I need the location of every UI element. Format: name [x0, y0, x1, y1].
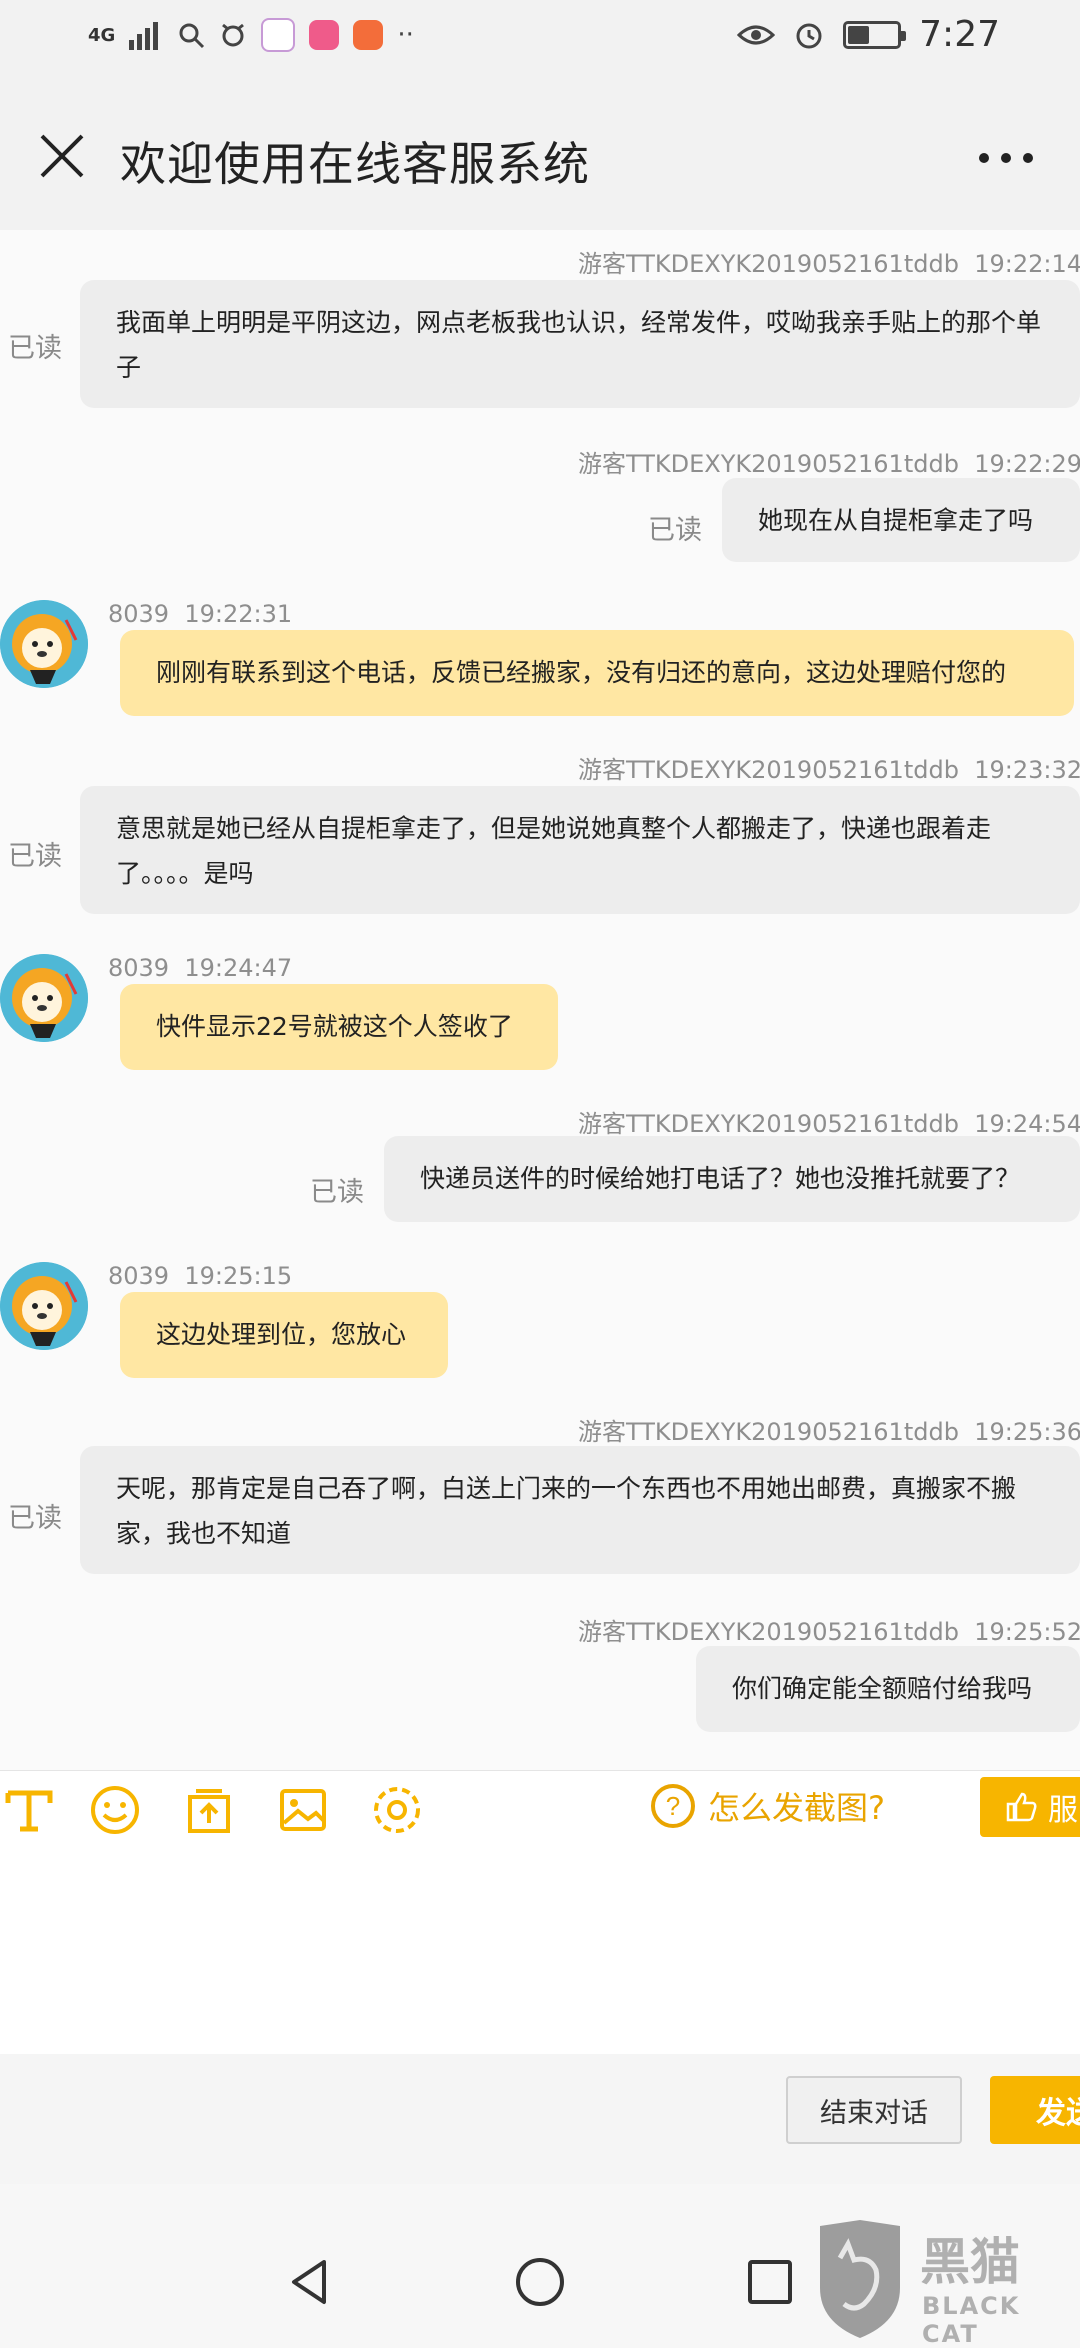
user-message-bubble: 你们确定能全额赔付给我吗	[696, 1646, 1080, 1732]
read-status: 已读	[310, 1177, 364, 1208]
music-app-icon	[261, 18, 296, 52]
watermark-brand: 黑猫	[920, 2233, 1020, 2291]
read-status: 已读	[8, 1503, 62, 1534]
text-format-icon[interactable]	[2, 1783, 56, 1837]
eye-icon	[737, 25, 776, 44]
agent-avatar	[0, 1262, 88, 1350]
message-time: 19:22:31	[184, 600, 293, 628]
status-bar: 4G ·· 7:27	[0, 0, 1080, 88]
status-right: 7:27	[737, 14, 1000, 55]
screenshot-icon[interactable]	[370, 1783, 424, 1837]
end-chat-button[interactable]: 结束对话	[786, 2076, 962, 2144]
user-message-bubble: 天呢，那肯定是自己吞了啊，白送上门来的一个东西也不用她出邮费，真搬家不搬家，我也…	[80, 1446, 1080, 1574]
message-time: 19:25:52	[974, 1618, 1080, 1646]
user-message-bubble: 她现在从自提柜拿走了吗	[722, 478, 1080, 562]
recents-nav-icon[interactable]	[740, 2252, 800, 2312]
help-icon: ?	[651, 1784, 695, 1828]
user-message-bubble: 快递员送件的时候给她打电话了？她也没推托就要了？	[384, 1136, 1080, 1222]
lion-mascot-icon	[0, 600, 88, 688]
back-nav-icon[interactable]	[280, 2252, 340, 2312]
home-nav-icon[interactable]	[510, 2252, 570, 2312]
sender-name: 8039	[108, 954, 170, 982]
message-time: 19:23:32	[974, 756, 1080, 784]
user-message-bubble: 我面单上明明是平阴这边，网点老板我也认识，经常发件，哎呦我亲手贴上的那个单子	[80, 280, 1080, 408]
sender-name: 游客TTKDEXYK2019052161tddb	[578, 450, 959, 478]
agent-avatar	[0, 600, 88, 688]
praise-label: 服	[1048, 1793, 1078, 1828]
more-options-icon[interactable]	[966, 138, 1046, 178]
sender-name: 游客TTKDEXYK2019052161tddb	[578, 250, 959, 278]
message-meta: 8039 19:22:31	[108, 600, 292, 628]
network-label: 4G	[88, 24, 116, 46]
status-left: 4G ··	[88, 18, 414, 52]
black-cat-logo-icon	[820, 2220, 900, 2338]
read-status: 已读	[8, 333, 62, 364]
sender-name: 8039	[108, 600, 170, 628]
message-time: 19:25:36	[974, 1418, 1080, 1446]
emoji-icon[interactable]	[88, 1783, 142, 1837]
alarm-app-icon	[222, 23, 245, 47]
action-bar: 结束对话 发送	[0, 2054, 1080, 2184]
thumbs-up-icon	[1006, 1792, 1037, 1822]
agent-message-bubble: 刚刚有联系到这个电话，反馈已经搬家，没有归还的意向，这边处理赔付您的	[120, 630, 1074, 716]
video-app-icon	[353, 20, 384, 50]
app-header: 欢迎使用在线客服系统	[0, 88, 1080, 230]
message-meta: 8039 19:24:47	[108, 954, 292, 982]
screenshot-help[interactable]: ? 怎么发截图?	[650, 1783, 885, 1829]
message-meta: 游客TTKDEXYK2019052161tddb 19:25:36	[578, 1412, 1080, 1447]
page-title: 欢迎使用在线客服系统	[120, 137, 590, 191]
message-meta: 游客TTKDEXYK2019052161tddb 19:23:32	[578, 750, 1080, 785]
more-notifications-icon: ··	[397, 20, 414, 50]
chat-list[interactable]: 游客TTKDEXYK2019052161tddb 19:22:14 已读 我面单…	[0, 230, 1080, 1770]
sender-name: 游客TTKDEXYK2019052161tddb	[578, 1618, 959, 1646]
message-meta: 游客TTKDEXYK2019052161tddb 19:24:54	[578, 1104, 1080, 1139]
agent-message-bubble: 快件显示22号就被这个人签收了	[120, 984, 558, 1070]
message-input[interactable]	[0, 1848, 1080, 2054]
message-time: 19:24:47	[184, 954, 293, 982]
message-meta: 游客TTKDEXYK2019052161tddb 19:22:29	[578, 444, 1080, 479]
read-status: 已读	[648, 515, 702, 546]
pink-app-icon	[309, 20, 340, 50]
lion-mascot-icon	[0, 1262, 88, 1350]
battery-icon	[843, 20, 907, 49]
user-message-bubble: 意思就是她已经从自提柜拿走了，但是她说她真整个人都搬走了，快递也跟着走了。。。。…	[80, 786, 1080, 914]
close-icon[interactable]	[30, 124, 94, 188]
sender-name: 游客TTKDEXYK2019052161tddb	[578, 1418, 959, 1446]
signal-icon	[129, 22, 159, 50]
message-time: 19:24:54	[974, 1110, 1080, 1138]
upload-file-icon[interactable]	[182, 1783, 236, 1837]
sender-name: 8039	[108, 1262, 170, 1290]
lion-mascot-icon	[0, 954, 88, 1042]
message-meta: 8039 19:25:15	[108, 1262, 292, 1290]
sender-name: 游客TTKDEXYK2019052161tddb	[578, 756, 959, 784]
message-meta: 游客TTKDEXYK2019052161tddb 19:25:52	[578, 1612, 1080, 1647]
read-status: 已读	[8, 841, 62, 872]
clock-time: 7:27	[919, 14, 1000, 55]
message-time: 19:22:29	[974, 450, 1080, 478]
search-icon	[179, 23, 205, 49]
send-button[interactable]: 发送	[990, 2076, 1080, 2144]
watermark: 黑猫 BLACK CAT	[810, 2218, 1080, 2348]
sender-name: 游客TTKDEXYK2019052161tddb	[578, 1110, 959, 1138]
praise-button[interactable]: 服	[980, 1777, 1080, 1837]
agent-avatar	[0, 954, 88, 1042]
message-meta: 游客TTKDEXYK2019052161tddb 19:22:14	[578, 244, 1080, 279]
help-text: 怎么发截图?	[708, 1789, 885, 1827]
message-time: 19:22:14	[974, 250, 1080, 278]
message-time: 19:25:15	[184, 1262, 293, 1290]
alarm-icon	[796, 23, 822, 48]
image-icon[interactable]	[276, 1783, 330, 1837]
svg-text:?: ?	[666, 1791, 680, 1821]
agent-message-bubble: 这边处理到位，您放心	[120, 1292, 448, 1378]
input-toolbar: ? 怎么发截图? 服	[0, 1770, 1080, 1849]
